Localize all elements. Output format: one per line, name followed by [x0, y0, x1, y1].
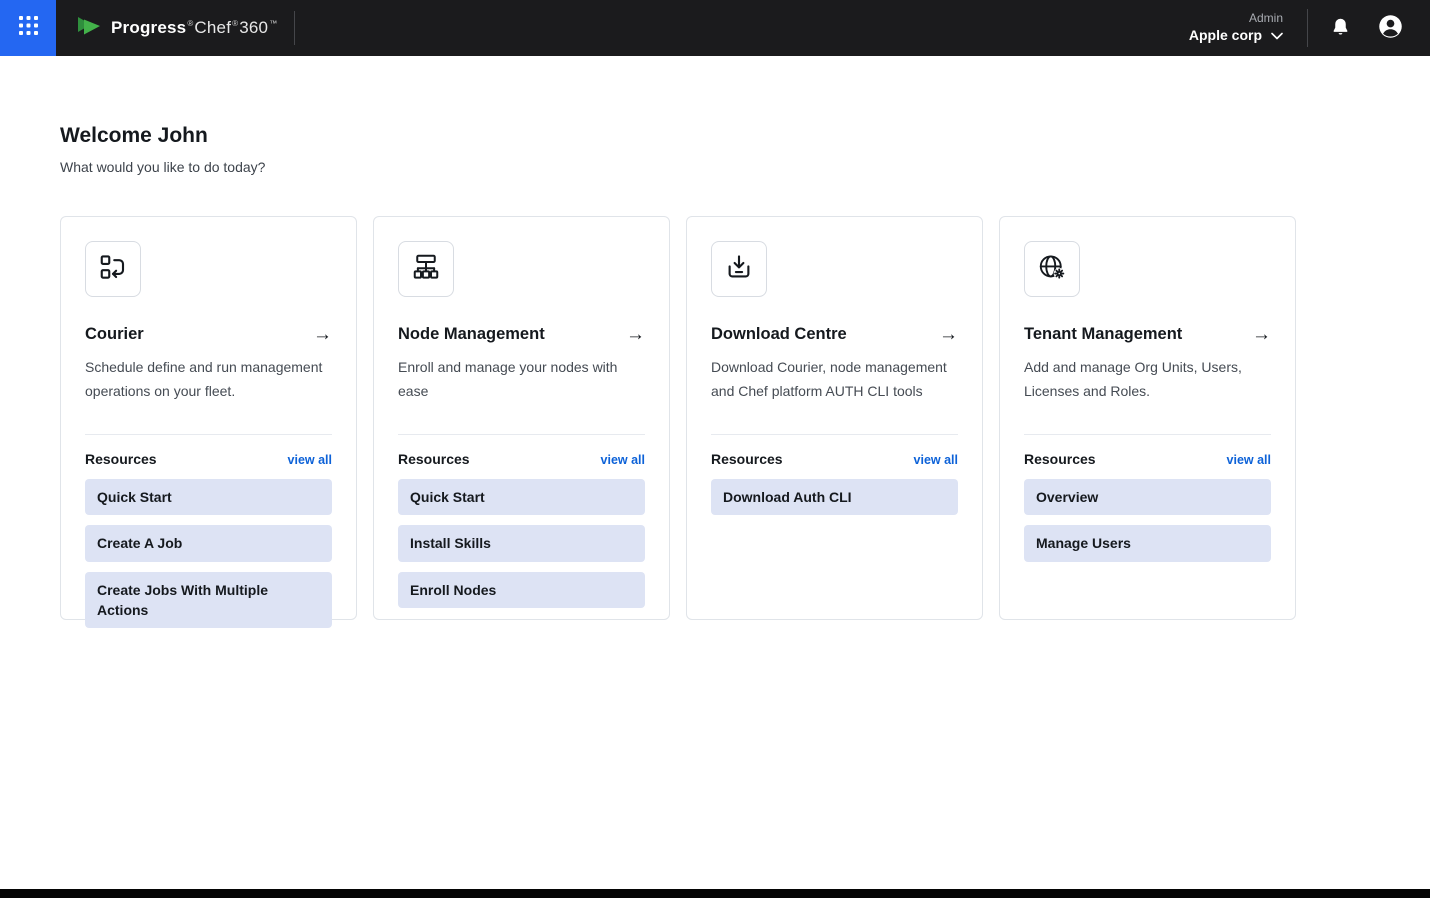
card-description: Enroll and manage your nodes with ease — [398, 356, 645, 426]
tenant-management-icon-box — [1024, 241, 1080, 297]
bell-icon — [1330, 16, 1351, 41]
user-account-button[interactable] — [1377, 13, 1404, 43]
card-description: Add and manage Org Units, Users, License… — [1024, 356, 1271, 426]
header-right-section: Admin Apple corp — [1189, 9, 1430, 47]
resource-list: Quick Start Install Skills Enroll Nodes — [398, 479, 645, 608]
tenant-name: Apple corp — [1189, 26, 1262, 45]
user-role-label: Admin — [1189, 11, 1283, 26]
resource-item[interactable]: Overview — [1024, 479, 1271, 515]
brand-text: Progress®Chef®360™ — [111, 18, 278, 38]
resource-item[interactable]: Quick Start — [85, 479, 332, 515]
card-title: Tenant Management — [1024, 325, 1182, 344]
card-divider — [711, 434, 958, 435]
card-divider — [85, 434, 332, 435]
resource-item[interactable]: Download Auth CLI — [711, 479, 958, 515]
arrow-right-icon[interactable]: → — [313, 325, 332, 344]
resource-list: Download Auth CLI — [711, 479, 958, 515]
card-node-management: Node Management → Enroll and manage your… — [373, 216, 670, 620]
view-all-link[interactable]: view all — [288, 453, 332, 467]
card-description: Schedule define and run management opera… — [85, 356, 332, 426]
top-navigation-bar: Progress®Chef®360™ Admin Apple corp — [0, 0, 1430, 56]
bottom-black-bar — [0, 889, 1430, 898]
card-download-centre: Download Centre → Download Courier, node… — [686, 216, 983, 620]
app-launcher-button[interactable] — [0, 0, 56, 56]
view-all-link[interactable]: view all — [1227, 453, 1271, 467]
header-divider — [294, 11, 295, 45]
arrow-right-icon[interactable]: → — [939, 325, 958, 344]
resource-list: Overview Manage Users — [1024, 479, 1271, 562]
arrow-right-icon[interactable]: → — [1252, 325, 1271, 344]
resource-item[interactable]: Create Jobs With Multiple Actions — [85, 572, 332, 629]
card-title: Courier — [85, 325, 144, 344]
resources-label: Resources — [1024, 451, 1096, 467]
resource-list: Quick Start Create A Job Create Jobs Wit… — [85, 479, 332, 628]
card-title: Node Management — [398, 325, 545, 344]
resource-item[interactable]: Manage Users — [1024, 525, 1271, 561]
resource-item[interactable]: Quick Start — [398, 479, 645, 515]
card-description: Download Courier, node management and Ch… — [711, 356, 958, 426]
card-courier: Courier → Schedule define and run manage… — [60, 216, 357, 620]
view-all-link[interactable]: view all — [914, 453, 958, 467]
main-content: Welcome John What would you like to do t… — [0, 56, 1430, 620]
avatar-icon — [1377, 13, 1404, 43]
waffle-grid-icon — [19, 16, 38, 40]
download-icon — [724, 252, 754, 287]
globe-gear-icon — [1037, 252, 1067, 287]
card-divider — [1024, 434, 1271, 435]
arrow-right-icon[interactable]: → — [626, 325, 645, 344]
resource-item[interactable]: Create A Job — [85, 525, 332, 561]
notifications-button[interactable] — [1330, 16, 1351, 41]
resources-label: Resources — [398, 451, 470, 467]
resource-item[interactable]: Install Skills — [398, 525, 645, 561]
tenant-switcher[interactable]: Admin Apple corp — [1189, 11, 1283, 45]
node-management-icon — [411, 252, 441, 287]
node-management-icon-box — [398, 241, 454, 297]
chevron-down-icon — [1271, 27, 1283, 45]
card-title: Download Centre — [711, 325, 847, 344]
card-tenant-management: Tenant Management → Add and manage Org U… — [999, 216, 1296, 620]
courier-icon — [98, 252, 128, 287]
resources-label: Resources — [711, 451, 783, 467]
resource-item[interactable]: Enroll Nodes — [398, 572, 645, 608]
view-all-link[interactable]: view all — [601, 453, 645, 467]
feature-cards-row: Courier → Schedule define and run manage… — [60, 216, 1370, 620]
page-subtitle: What would you like to do today? — [60, 159, 1370, 175]
card-divider — [398, 434, 645, 435]
resources-label: Resources — [85, 451, 157, 467]
progress-chef-360-logo[interactable]: Progress®Chef®360™ — [76, 14, 278, 43]
progress-chevron-icon — [76, 14, 102, 43]
page-title: Welcome John — [60, 124, 1370, 148]
courier-icon-box — [85, 241, 141, 297]
header-divider — [1307, 9, 1308, 47]
download-centre-icon-box — [711, 241, 767, 297]
